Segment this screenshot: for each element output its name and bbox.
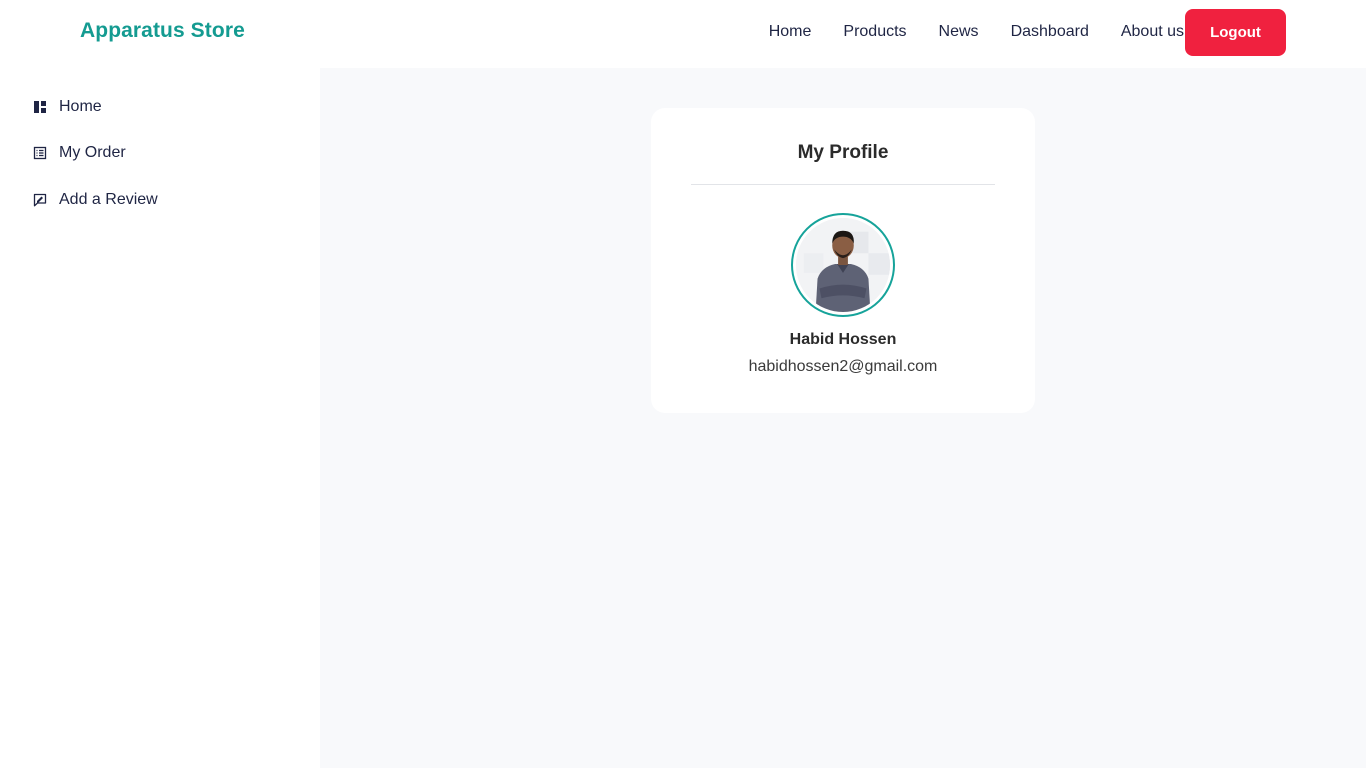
sidebar-item-my-order[interactable]: My Order [33,144,126,162]
sidebar-item-home[interactable]: Home [33,98,102,116]
nav-link-about-us[interactable]: About us [1121,23,1184,41]
sidebar-item-label: Home [59,98,102,115]
sidebar-item-label: Add a Review [59,191,158,208]
list-icon [33,146,47,160]
sidebar-item-add-review[interactable]: Add a Review [33,191,158,209]
profile-email: habidhossen2@gmail.com [748,358,938,375]
main-nav: Home Products News Dashboard About us [769,0,1184,64]
profile-title: My Profile [797,142,889,163]
user-avatar-photo [796,218,890,312]
brand-logo-link[interactable]: Apparatus Store [80,19,245,43]
divider [691,184,995,185]
dashboard-icon [33,100,47,114]
top-navbar: Apparatus Store Home Products News Dashb… [0,0,1366,68]
dashboard-sidebar: Home My Order Add a Review [0,68,320,768]
nav-link-news[interactable]: News [939,23,979,41]
avatar [796,218,890,312]
avatar-frame [791,213,895,317]
nav-link-dashboard[interactable]: Dashboard [1011,23,1089,41]
profile-card: My Profile Habid Hossen habidhossen2@gma… [651,108,1035,413]
nav-link-products[interactable]: Products [843,23,906,41]
nav-link-home[interactable]: Home [769,23,812,41]
main-content: My Profile Habid Hossen habidhossen2@gma… [320,68,1366,768]
profile-name: Habid Hossen [789,331,897,348]
logout-button[interactable]: Logout [1185,9,1286,56]
review-icon [33,193,47,207]
sidebar-item-label: My Order [59,144,126,161]
